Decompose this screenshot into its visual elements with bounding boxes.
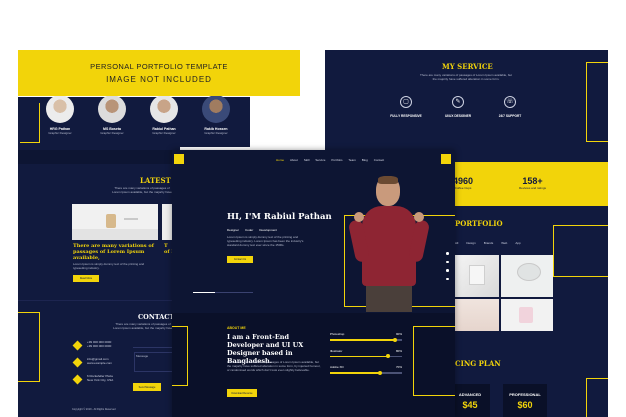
slider-dots bbox=[446, 252, 449, 280]
about-frame-left bbox=[172, 326, 188, 386]
role-development: Development bbox=[259, 228, 277, 232]
promo-banner: PERSONAL PORTFOLIO TEMPLATE IMAGE NOT IN… bbox=[18, 50, 300, 96]
team-role: Graphic Designer bbox=[152, 131, 176, 135]
banner-line-1: PERSONAL PORTFOLIO TEMPLATE bbox=[90, 62, 228, 71]
avatar bbox=[202, 95, 230, 123]
nav-home[interactable]: Home bbox=[276, 158, 284, 162]
team-member: HRG Pathan Graphic Designer bbox=[38, 95, 82, 147]
send-message-button[interactable]: Send Message bbox=[133, 383, 161, 391]
skill-illustrator: Illustrator 80% bbox=[330, 349, 402, 358]
filter-design[interactable]: Design bbox=[466, 241, 475, 245]
skill-bar bbox=[330, 337, 402, 342]
stat-reviews: 158+ Reviews and ratings bbox=[519, 176, 547, 190]
team-member: Rakib Hossen Graphic Designer bbox=[194, 95, 238, 147]
contact-subtitle: There are many variations of passages of… bbox=[113, 322, 173, 330]
portfolio-image-2[interactable] bbox=[501, 255, 553, 297]
blog-text: Lorem Ipsum is simply dummy text of the … bbox=[73, 262, 145, 270]
skill-photoshop: Photoshop 90% bbox=[330, 332, 402, 342]
filter-app[interactable]: App bbox=[515, 241, 520, 245]
main-nav: Home About Skill Service Portfolio Team … bbox=[276, 158, 384, 162]
team-row: HRG Pathan Graphic Designer MS Boseta Gr… bbox=[18, 95, 250, 147]
nav-about[interactable]: About bbox=[290, 158, 298, 162]
role-coder: Coder bbox=[245, 228, 254, 232]
service-card[interactable]: ☏ 24/7 SUPPORT bbox=[487, 92, 533, 126]
hero-progress bbox=[193, 292, 253, 293]
portfolio-filters: All Design Brands Web App bbox=[455, 241, 521, 245]
team-role: Graphic Designer bbox=[204, 131, 228, 135]
filter-web[interactable]: Web bbox=[501, 241, 507, 245]
portfolio-title: PORTFOLIO bbox=[455, 219, 503, 228]
service-cards: ▢ FULLY RESPONSIVE ✎ UI/UX DESIGNER ☏ 24… bbox=[383, 92, 533, 126]
filter-all[interactable]: All bbox=[455, 241, 458, 245]
service-subtitle: There are many variations of passages of… bbox=[419, 73, 513, 81]
copyright: Copyright © 2019 - All Rights Reserved bbox=[72, 408, 116, 411]
contact-divider bbox=[18, 300, 180, 301]
nav-blog[interactable]: Blog bbox=[362, 158, 368, 162]
team-role: Graphic Designer bbox=[48, 131, 72, 135]
banner-line-2: IMAGE NOT INCLUDED bbox=[106, 75, 212, 84]
latest-blog-subtitle: There are many variations of passages of… bbox=[112, 186, 172, 194]
blog-heading: There are many variations of passages of… bbox=[73, 243, 154, 261]
hero-text: Lorem Ipsum is simply dummy text of the … bbox=[227, 235, 304, 247]
contact-us-button[interactable]: Contact Us bbox=[227, 256, 253, 263]
hero-title: HI, I'M Rabiul Pathan bbox=[227, 212, 332, 222]
service-title: MY SERVICE bbox=[442, 62, 493, 71]
avatar bbox=[150, 95, 178, 123]
portfolio-image-4[interactable] bbox=[501, 299, 553, 331]
contact-list: +99 000 000 0000 +99 000 000 0000 info@g… bbox=[72, 340, 130, 385]
nav-skill[interactable]: Skill bbox=[304, 158, 310, 162]
blog-image bbox=[72, 204, 158, 240]
right-yellow-frame bbox=[586, 62, 608, 142]
skill-bar bbox=[330, 354, 402, 358]
filter-brands[interactable]: Brands bbox=[484, 241, 494, 245]
center-logo-icon[interactable] bbox=[174, 154, 184, 164]
nav-portfolio[interactable]: Portfolio bbox=[331, 158, 342, 162]
nav-team[interactable]: Team bbox=[348, 158, 355, 162]
read-more-button[interactable]: Read More bbox=[73, 275, 99, 282]
contact-item-email: info@gmail.com www.example.com bbox=[72, 357, 130, 368]
nav-contact[interactable]: Contact bbox=[374, 158, 384, 162]
download-resume-button[interactable]: Download Resume bbox=[227, 389, 257, 397]
avatar bbox=[46, 95, 74, 123]
team-role: Graphic Designer bbox=[100, 131, 124, 135]
pricing-card-professional[interactable]: PROFESSIONAL $60 bbox=[503, 384, 547, 417]
pricing-title: CING PLAN bbox=[455, 359, 501, 368]
about-frame bbox=[413, 326, 455, 396]
contact-item-phone: +99 000 000 0000 +99 000 000 0000 bbox=[72, 340, 130, 351]
diamond-icon bbox=[72, 374, 83, 385]
portfolio-image-1[interactable] bbox=[455, 255, 499, 297]
slider-dot[interactable] bbox=[446, 269, 449, 272]
hero-portrait bbox=[347, 172, 434, 312]
avatar bbox=[98, 95, 126, 123]
skill-bar bbox=[330, 370, 402, 375]
portfolio-frame bbox=[553, 225, 608, 277]
pricing-frame bbox=[586, 378, 608, 417]
diamond-icon bbox=[72, 357, 83, 368]
left-yellow-frame bbox=[18, 312, 40, 382]
skills: Photoshop 90% Illustrator 80% Adobe XD 7… bbox=[330, 332, 402, 375]
team-member: MS Boseta Graphic Designer bbox=[90, 95, 134, 147]
slider-dot[interactable] bbox=[446, 252, 449, 255]
diamond-icon bbox=[72, 340, 83, 351]
about-text: There are many variations of passages of… bbox=[227, 360, 321, 372]
slider-dot[interactable] bbox=[446, 277, 449, 280]
portfolio-image-3[interactable] bbox=[455, 299, 499, 331]
stat-coffee: 4960 Coffee Cups bbox=[453, 176, 474, 190]
role-designer: Designer bbox=[227, 228, 240, 232]
pricing-card-advanced[interactable]: ADVANCED $45 bbox=[450, 384, 490, 417]
hero-roles: Designer Coder Development bbox=[227, 228, 277, 232]
about-label: ABOUT ME bbox=[227, 326, 246, 330]
design-icon: ✎ bbox=[452, 96, 464, 108]
menu-icon[interactable] bbox=[441, 154, 451, 164]
left-header-bar bbox=[18, 150, 180, 164]
nav-service[interactable]: Service bbox=[315, 158, 325, 162]
slider-dot[interactable] bbox=[446, 260, 449, 263]
support-icon: ☏ bbox=[504, 96, 516, 108]
service-card[interactable]: ✎ UI/UX DESIGNER bbox=[435, 92, 481, 126]
skill-adobe-xd: Adobe XD 70% bbox=[330, 365, 402, 375]
contact-item-address: 6 Rockefeller Plaza New York City, USA bbox=[72, 374, 130, 385]
team-member: Rabiul Pathan Graphic Designer bbox=[142, 95, 186, 147]
responsive-icon: ▢ bbox=[400, 96, 412, 108]
service-card[interactable]: ▢ FULLY RESPONSIVE bbox=[383, 92, 429, 126]
